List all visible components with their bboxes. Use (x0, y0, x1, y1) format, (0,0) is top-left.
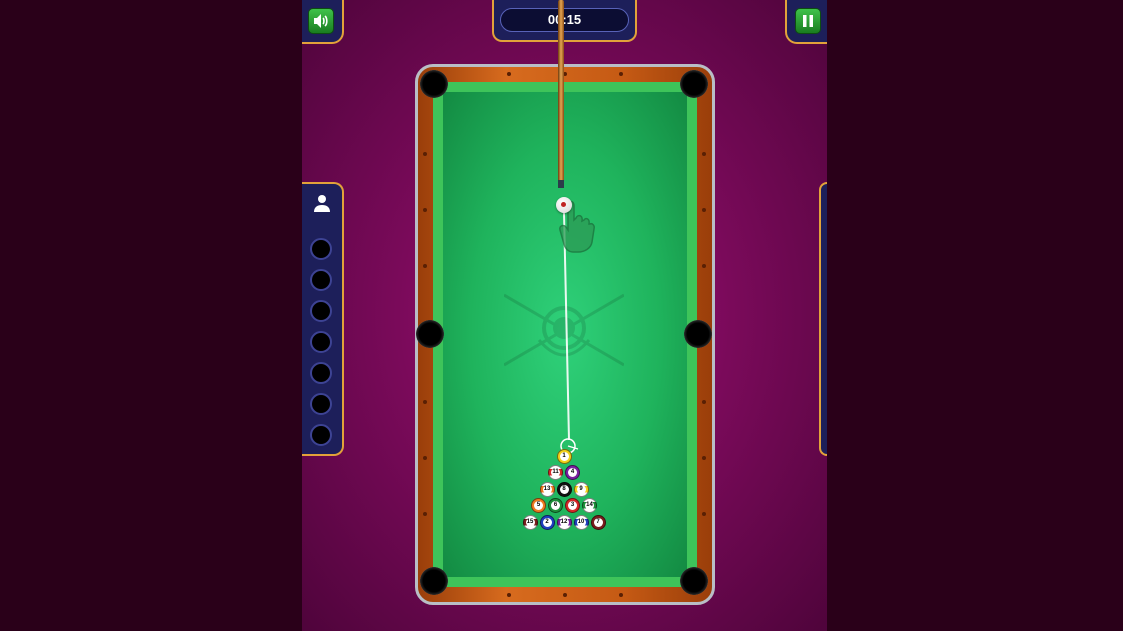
cue-ball[interactable] (556, 197, 572, 213)
ball-number: 12 (559, 517, 569, 527)
ball-13: 13 (539, 481, 555, 497)
ball-number: 14 (585, 501, 594, 510)
ball-number: 11 (551, 468, 560, 477)
ball-number: 8 (559, 484, 569, 494)
ball-number: 2 (542, 517, 552, 527)
ball-number: 1 (559, 451, 569, 461)
ball-number: 9 (576, 484, 586, 494)
ball-number: 13 (542, 484, 552, 494)
cue-tip (558, 180, 564, 188)
ball-number: 3 (568, 501, 577, 510)
ball-14: 14 (582, 498, 597, 513)
ball-9: 9 (573, 481, 589, 497)
ball-8: 8 (556, 481, 572, 497)
ball-2: 2 (539, 514, 555, 530)
ball-12: 12 (556, 514, 572, 530)
cue-stick[interactable] (558, 0, 564, 188)
game-screen: 00:15 1 11 4 13 8 9 5 6 3 14 15 2 12 10 … (0, 0, 1123, 631)
ball-number: 7 (593, 517, 603, 527)
ball-4: 4 (565, 465, 580, 480)
ball-6: 6 (548, 498, 563, 513)
ball-number: 10 (576, 517, 586, 527)
ball-number: 4 (568, 468, 577, 477)
game-stage: 00:15 1 11 4 13 8 9 5 6 3 14 15 2 12 10 … (302, 0, 827, 631)
ball-3: 3 (565, 498, 580, 513)
ball-15: 15 (522, 514, 538, 530)
ball-1: 1 (556, 448, 572, 464)
ball-5: 5 (531, 498, 546, 513)
ball-10: 10 (573, 514, 589, 530)
ball-number: 5 (534, 501, 543, 510)
ball-11: 11 (548, 465, 563, 480)
aim-guide (560, 211, 579, 454)
ball-7: 7 (590, 514, 606, 530)
ball-number: 15 (525, 517, 535, 527)
ball-number: 6 (551, 501, 560, 510)
